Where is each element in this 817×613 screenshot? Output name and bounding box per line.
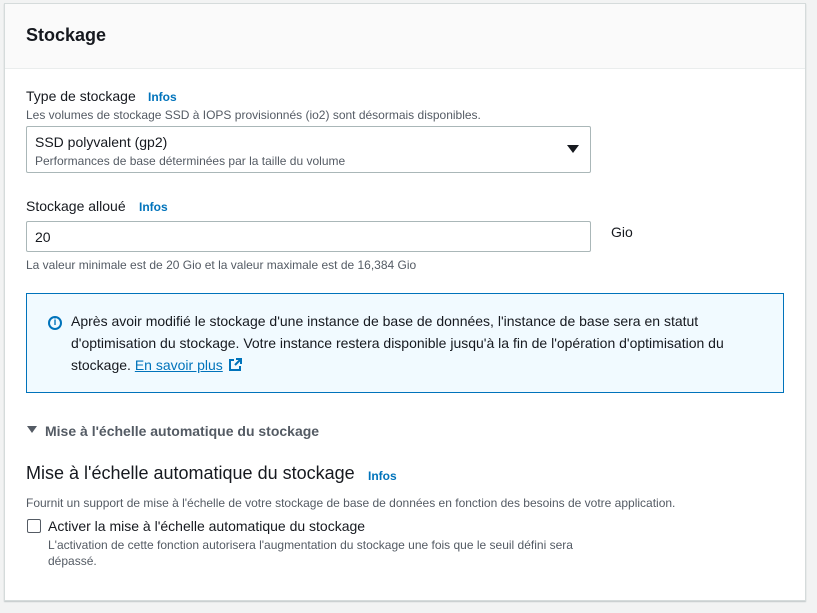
- learn-more-label: En savoir plus: [134, 357, 223, 373]
- autoscaling-checkbox-label[interactable]: Activer la mise à l'échelle automatique …: [48, 518, 365, 534]
- storage-type-selected-value: SSD polyvalent (gp2): [35, 134, 168, 150]
- caret-down-icon: [567, 145, 579, 153]
- allocated-storage-unit: Gio: [611, 224, 633, 240]
- autoscaling-checkbox-description-line1: L'activation de cette fonction autoriser…: [48, 538, 573, 552]
- info-circle-icon: i: [48, 316, 62, 330]
- autoscaling-title: Mise à l'échelle automatique du stockage: [26, 463, 355, 483]
- storage-panel: Stockage Type de stockage Infos Les volu…: [4, 3, 806, 601]
- autoscaling-checkbox[interactable]: [27, 519, 41, 533]
- allocated-storage-label: Stockage alloué: [26, 198, 126, 214]
- panel-title: Stockage: [26, 25, 107, 45]
- external-link-icon[interactable]: [228, 358, 242, 372]
- storage-type-label: Type de stockage: [26, 88, 136, 104]
- allocated-storage-input[interactable]: [26, 221, 591, 252]
- storage-type-selected-description: Performances de base déterminées par la …: [35, 154, 346, 168]
- autoscaling-info-link[interactable]: Infos: [368, 469, 397, 483]
- learn-more-link[interactable]: En savoir plus: [135, 357, 223, 373]
- alert-text: Après avoir modifié le stockage d'une in…: [71, 310, 781, 376]
- storage-type-description: Les volumes de stockage SSD à IOPS provi…: [26, 108, 481, 122]
- autoscaling-checkbox-description-line2: dépassé.: [48, 554, 97, 568]
- expand-caret-icon[interactable]: [27, 426, 37, 433]
- panel-header: Stockage: [5, 4, 805, 69]
- storage-type-info-link[interactable]: Infos: [148, 90, 177, 104]
- allocated-storage-constraint: La valeur minimale est de 20 Gio et la v…: [26, 258, 417, 272]
- allocated-storage-info-link[interactable]: Infos: [139, 200, 168, 214]
- info-alert: i Après avoir modifié le stockage d'une …: [26, 293, 784, 393]
- autoscaling-description: Fournit un support de mise à l'échelle d…: [26, 496, 676, 510]
- storage-type-select[interactable]: SSD polyvalent (gp2) Performances de bas…: [26, 126, 591, 173]
- autoscaling-expander[interactable]: Mise à l'échelle automatique du stockage: [45, 423, 319, 439]
